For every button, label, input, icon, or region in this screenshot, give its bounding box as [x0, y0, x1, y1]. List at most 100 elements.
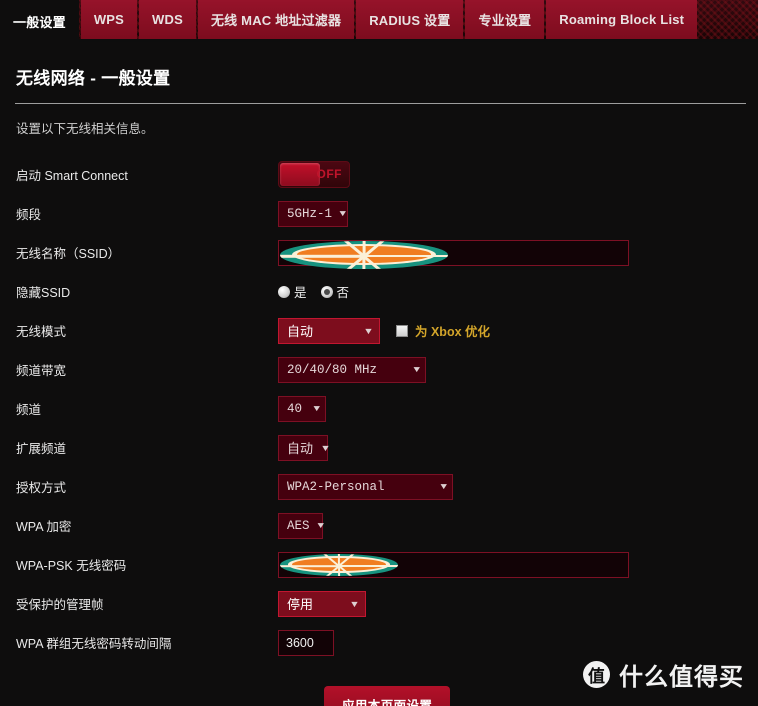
- pmf-label: 受保护的管理帧: [16, 598, 104, 612]
- xbox-optimize-label: 为 Xbox 优化: [415, 325, 491, 339]
- row-extension-channel: 扩展频道 自动 ▼: [14, 428, 744, 467]
- tab-professional-settings[interactable]: 专业设置: [465, 0, 545, 39]
- wireless-mode-select[interactable]: 自动 ▼: [278, 317, 380, 344]
- hide-ssid-label: 隐藏SSID: [16, 286, 71, 300]
- tab-label: 专业设置: [478, 13, 532, 28]
- wpa-psk-input[interactable]: [278, 551, 629, 578]
- tab-label: WPS: [93, 12, 125, 27]
- channel-field: 40 ▼: [278, 395, 744, 422]
- wpa-psk-field: [278, 551, 744, 578]
- tab-roaming-block-list[interactable]: Roaming Block List: [546, 0, 698, 39]
- radio-label: 是: [294, 286, 307, 300]
- extension-channel-select[interactable]: 自动 ▼: [278, 434, 331, 461]
- chevron-down-icon: ▼: [440, 481, 447, 492]
- smart-connect-toggle[interactable]: OFF: [278, 161, 350, 188]
- hide-ssid-radio-group: 是 否: [278, 282, 349, 301]
- auth-method-label: 授权方式: [16, 481, 67, 495]
- extension-channel-field: 自动 ▼: [278, 434, 744, 461]
- tab-wds[interactable]: WDS: [139, 0, 196, 39]
- watermark-logo-icon: 值: [583, 661, 610, 688]
- row-ssid: 无线名称（SSID）: [14, 233, 744, 272]
- tab-wps[interactable]: WPS: [80, 0, 138, 39]
- band-select[interactable]: 5GHz-1 ▼: [278, 200, 348, 227]
- band-value: 5GHz-1: [287, 206, 333, 221]
- toggle-knob: [280, 163, 320, 186]
- tab-label: Roaming Block List: [559, 12, 685, 27]
- wpa-psk-label: WPA-PSK 无线密码: [16, 559, 127, 573]
- rekey-interval-input[interactable]: 3600: [278, 629, 334, 656]
- tab-radius-settings[interactable]: RADIUS 设置: [356, 0, 464, 39]
- auth-method-value: WPA2-Personal: [287, 479, 385, 494]
- watermark-text: 什么值得买: [619, 664, 744, 691]
- rekey-interval-value: 3600: [286, 635, 314, 650]
- channel-bandwidth-field: 20/40/80 MHz ▼: [278, 356, 744, 383]
- auth-method-select[interactable]: WPA2-Personal ▼: [278, 473, 453, 500]
- tab-label: RADIUS 设置: [369, 13, 451, 28]
- row-wpa-psk: WPA-PSK 无线密码: [14, 545, 744, 584]
- row-smart-connect: 启动 Smart Connect OFF: [14, 155, 744, 194]
- chevron-down-icon: ▼: [349, 598, 360, 609]
- row-auth-method: 授权方式 WPA2-Personal ▼: [14, 467, 744, 506]
- ssid-input[interactable]: [278, 239, 629, 269]
- page-title: 无线网络 - 一般设置: [16, 69, 171, 88]
- row-channel-bandwidth: 频道带宽 20/40/80 MHz ▼: [14, 350, 744, 389]
- band-field: 5GHz-1 ▼: [278, 200, 744, 227]
- xbox-optimize-checkbox-wrap[interactable]: 为 Xbox 优化: [396, 321, 490, 340]
- band-label: 频段: [16, 208, 42, 222]
- ssid-field: [278, 239, 744, 269]
- channel-select[interactable]: 40 ▼: [278, 395, 326, 422]
- row-wpa-encryption: WPA 加密 AES ▼: [14, 506, 744, 545]
- hide-ssid-radio-yes[interactable]: 是: [278, 282, 307, 301]
- extension-channel-label: 扩展频道: [16, 442, 67, 456]
- row-band: 频段 5GHz-1 ▼: [14, 194, 744, 233]
- settings-body: 无线网络 - 一般设置 设置以下无线相关信息。 启动 Smart Connect…: [0, 42, 758, 706]
- tab-wireless-mac-filter[interactable]: 无线 MAC 地址过滤器: [197, 0, 355, 39]
- channel-value: 40: [287, 401, 303, 416]
- apply-settings-button[interactable]: 应用本页面设置: [324, 686, 451, 706]
- extension-channel-value: 自动: [287, 441, 314, 456]
- hide-ssid-radio-no[interactable]: 否: [320, 282, 350, 301]
- chevron-down-icon: ▼: [320, 442, 331, 453]
- rekey-interval-field: 3600: [278, 629, 744, 656]
- pmf-select[interactable]: 停用 ▼: [278, 590, 366, 617]
- auth-method-field: WPA2-Personal ▼: [278, 473, 744, 500]
- smart-connect-field: OFF: [278, 161, 744, 188]
- page-description: 设置以下无线相关信息。: [16, 122, 154, 136]
- channel-label: 频道: [16, 403, 42, 417]
- checkbox-icon[interactable]: [396, 324, 408, 337]
- row-protected-management-frames: 受保护的管理帧 停用 ▼: [14, 584, 744, 623]
- channel-bandwidth-select[interactable]: 20/40/80 MHz ▼: [278, 356, 426, 383]
- channel-bandwidth-label: 频道带宽: [16, 364, 67, 378]
- wireless-mode-label: 无线模式: [16, 325, 67, 339]
- radio-icon-selected: [320, 285, 333, 298]
- wireless-mode-value: 自动: [287, 324, 314, 339]
- pmf-field: 停用 ▼: [278, 590, 744, 617]
- tab-label: 无线 MAC 地址过滤器: [210, 13, 342, 28]
- radio-label: 否: [336, 286, 350, 300]
- chevron-down-icon: ▼: [316, 520, 324, 531]
- wpa-encryption-value: AES: [287, 518, 310, 533]
- tab-general-settings[interactable]: 一般设置: [0, 0, 79, 42]
- wireless-tab-bar: 一般设置 WPS WDS 无线 MAC 地址过滤器 RADIUS 设置 专业设置…: [0, 0, 758, 42]
- row-channel: 频道 40 ▼: [14, 389, 744, 428]
- chevron-down-icon: ▼: [339, 208, 346, 219]
- row-wireless-mode: 无线模式 自动 ▼ 为 Xbox 优化: [14, 311, 744, 350]
- chevron-down-icon: ▼: [313, 403, 320, 414]
- hide-ssid-field: 是 否: [278, 282, 744, 301]
- tab-label: WDS: [152, 12, 183, 27]
- tab-label: 一般设置: [13, 14, 66, 30]
- wireless-mode-field: 自动 ▼ 为 Xbox 优化: [278, 317, 744, 344]
- redaction-orange-slice-icon: [280, 240, 448, 269]
- row-hide-ssid: 隐藏SSID 是 否: [14, 272, 744, 311]
- rekey-interval-label: WPA 群组无线密码转动间隔: [16, 637, 172, 651]
- chevron-down-icon: ▼: [413, 364, 420, 375]
- pmf-value: 停用: [287, 597, 314, 612]
- chevron-down-icon: ▼: [363, 325, 374, 336]
- wpa-encryption-field: AES ▼: [278, 512, 744, 539]
- wpa-encryption-select[interactable]: AES ▼: [278, 512, 324, 539]
- watermark: 值 什么值得买: [583, 657, 744, 692]
- toggle-state-label: OFF: [316, 167, 342, 181]
- wpa-encryption-label: WPA 加密: [16, 520, 72, 534]
- channel-bandwidth-value: 20/40/80 MHz: [287, 362, 378, 377]
- radio-icon: [278, 285, 290, 298]
